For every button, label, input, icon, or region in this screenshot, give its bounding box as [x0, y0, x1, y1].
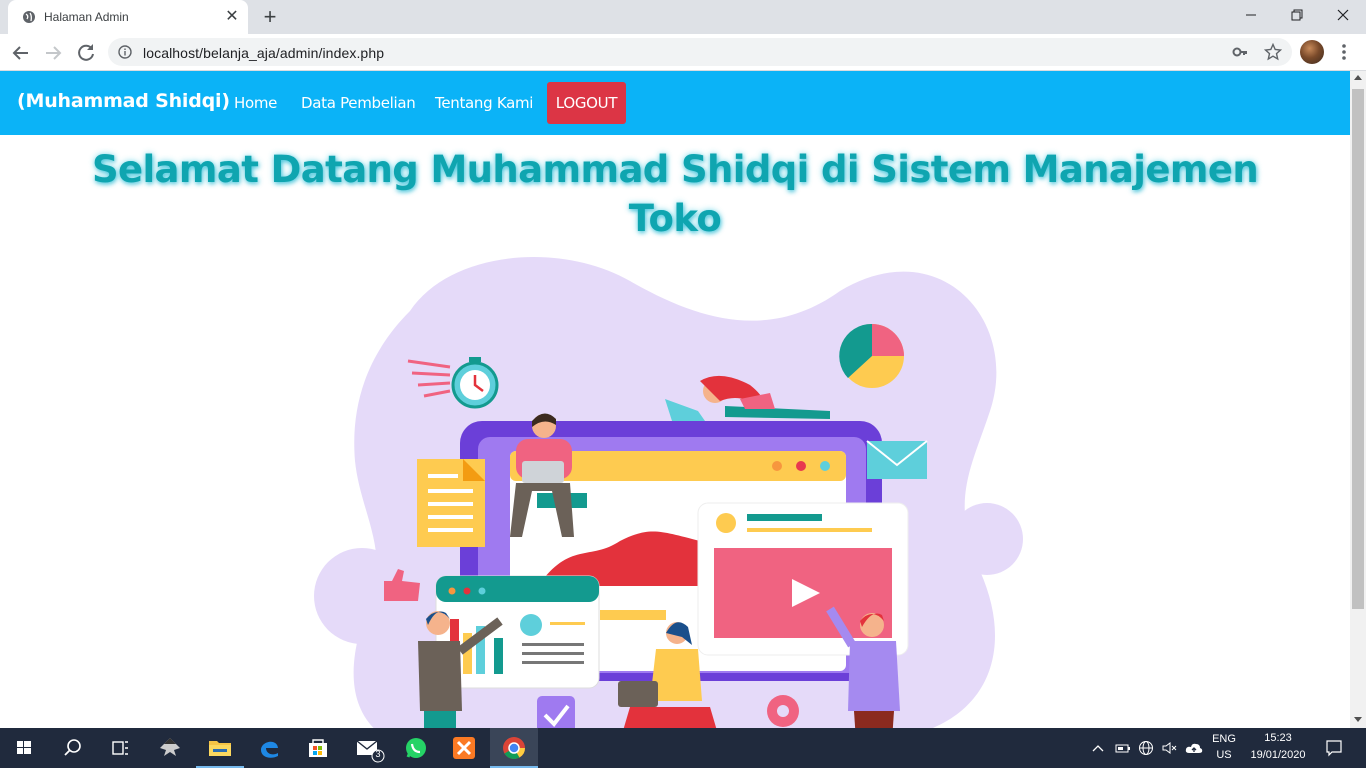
- browser-tab[interactable]: Halaman Admin ✕: [8, 0, 248, 34]
- language-indicator-bottom[interactable]: US: [1208, 749, 1240, 761]
- file-explorer-icon[interactable]: [196, 728, 244, 768]
- welcome-heading: Selamat Datang Muhammad Shidqi di Sistem…: [0, 145, 1350, 243]
- mail-badge: 3: [375, 749, 381, 759]
- page-scrollbar[interactable]: [1350, 71, 1366, 728]
- new-tab-icon[interactable]: +: [258, 6, 282, 30]
- scroll-up-arrow-icon[interactable]: [1354, 75, 1362, 80]
- clock-time[interactable]: 15:23: [1244, 732, 1312, 744]
- info-icon[interactable]: [118, 45, 132, 59]
- reload-icon[interactable]: [73, 40, 99, 66]
- windows-start-icon[interactable]: [0, 728, 48, 768]
- tab-close-icon[interactable]: ✕: [223, 8, 241, 26]
- network-globe-icon[interactable]: [1138, 740, 1154, 756]
- globe-icon: [23, 11, 35, 23]
- profile-avatar[interactable]: [1300, 40, 1324, 64]
- whatsapp-icon[interactable]: [392, 728, 440, 768]
- task-view-icon[interactable]: [96, 728, 144, 768]
- mail-icon[interactable]: [344, 728, 392, 768]
- address-bar[interactable]: localhost/belanja_aja/admin/index.php: [108, 38, 1292, 66]
- site-navbar: (Muhammad Shidqi) Home Data Pembelian Te…: [0, 71, 1350, 135]
- nav-link-data-pembelian[interactable]: Data Pembelian: [301, 94, 416, 112]
- nav-link-tentang-kami[interactable]: Tentang Kami: [435, 94, 533, 112]
- restore-icon[interactable]: [1274, 0, 1320, 30]
- bookmark-star-icon[interactable]: [1264, 43, 1282, 61]
- notification-center-icon[interactable]: [1325, 739, 1343, 757]
- nav-link-home[interactable]: Home: [234, 94, 277, 112]
- browser-tabstrip: Halaman Admin ✕ +: [0, 0, 1366, 34]
- battery-icon[interactable]: [1115, 740, 1131, 756]
- tray-chevron-up-icon[interactable]: [1092, 740, 1104, 756]
- more-menu-icon[interactable]: [1336, 40, 1352, 64]
- page-viewport: (Muhammad Shidqi) Home Data Pembelian Te…: [0, 71, 1350, 728]
- search-icon[interactable]: [48, 728, 96, 768]
- forward-icon[interactable]: [40, 40, 66, 66]
- key-icon[interactable]: [1232, 44, 1248, 60]
- chrome-icon[interactable]: [490, 728, 538, 768]
- hero-illustration: [314, 257, 1023, 728]
- onedrive-cloud-icon[interactable]: [1185, 740, 1203, 756]
- store-icon[interactable]: [294, 728, 342, 768]
- browser-toolbar: localhost/belanja_aja/admin/index.php: [0, 34, 1366, 71]
- minimize-icon[interactable]: [1228, 0, 1274, 30]
- tab-title: Halaman Admin: [44, 10, 129, 24]
- close-window-icon[interactable]: [1320, 0, 1366, 30]
- volume-muted-icon[interactable]: [1161, 740, 1177, 756]
- windows-taskbar: 3 ENG US 15:23 19/01/2020: [0, 728, 1366, 768]
- scroll-down-arrow-icon[interactable]: [1354, 717, 1362, 722]
- welcome-heading-line2: Toko: [628, 197, 722, 240]
- url-text: localhost/belanja_aja/admin/index.php: [143, 45, 385, 61]
- clock-date[interactable]: 19/01/2020: [1244, 749, 1312, 761]
- language-indicator-top[interactable]: ENG: [1208, 733, 1240, 745]
- inkscape-app-icon[interactable]: [146, 728, 194, 768]
- edge-browser-icon[interactable]: [245, 728, 293, 768]
- navbar-brand[interactable]: (Muhammad Shidqi): [17, 90, 230, 112]
- logout-button[interactable]: LOGOUT: [547, 82, 626, 124]
- welcome-heading-line1: Selamat Datang Muhammad Shidqi di Sistem…: [91, 148, 1259, 191]
- xampp-icon[interactable]: [440, 728, 488, 768]
- back-icon[interactable]: [8, 40, 34, 66]
- scroll-thumb[interactable]: [1352, 89, 1364, 609]
